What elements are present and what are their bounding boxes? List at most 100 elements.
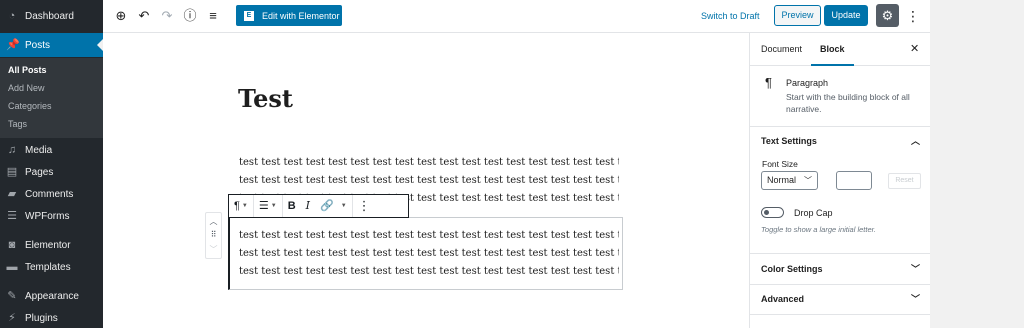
paragraph-line: test test test test test test test test … bbox=[239, 248, 619, 259]
paragraph-block-selected[interactable]: test test test test test test test test … bbox=[239, 227, 619, 281]
block-more-options-icon[interactable]: ⋮ bbox=[353, 195, 376, 217]
redo-icon[interactable]: ↷ bbox=[159, 8, 175, 24]
drop-cap-toggle[interactable] bbox=[761, 207, 784, 218]
elementor-icon: ◙ bbox=[8, 239, 16, 251]
menu-item-elementor[interactable]: ◙ Elementor bbox=[0, 235, 103, 255]
menu-label: WPForms bbox=[25, 210, 70, 222]
outline-icon[interactable]: ≡ bbox=[205, 8, 221, 24]
paragraph-line: test test test test test test test test … bbox=[239, 157, 619, 168]
chevron-down-icon: ﹀ bbox=[804, 176, 812, 185]
caret-down-icon: ▼ bbox=[241, 203, 248, 209]
chevron-down-icon: ﹀ bbox=[911, 264, 921, 274]
menu-label: Elementor bbox=[25, 239, 71, 251]
menu-label: Comments bbox=[25, 188, 74, 200]
color-settings-toggle[interactable]: Color Settings ﹀ bbox=[750, 254, 931, 284]
toggle-knob bbox=[764, 210, 769, 215]
editor-toolbar: ⊕ ↶ ↷ ⓘ ≡ E Edit with Elementor Switch t… bbox=[103, 0, 930, 33]
menu-item-wpforms[interactable]: ☰ WPForms bbox=[0, 206, 103, 226]
menu-item-templates[interactable]: ▬ Templates bbox=[0, 257, 103, 277]
section-title: Text Settings bbox=[761, 136, 817, 146]
paragraph-icon: ¶ bbox=[765, 75, 772, 90]
submenu-item-all-posts[interactable]: All Posts bbox=[8, 65, 47, 75]
paragraph-line: test test test test test test test test … bbox=[239, 230, 619, 241]
submenu-item-add-new[interactable]: Add New bbox=[8, 83, 45, 93]
button-label: Edit with Elementor bbox=[262, 10, 340, 21]
menu-item-pages[interactable]: ▤ Pages bbox=[0, 162, 103, 182]
comments-icon: ▰ bbox=[7, 188, 17, 200]
menu-label: Plugins bbox=[25, 312, 58, 324]
wpforms-icon: ☰ bbox=[7, 210, 17, 222]
menu-label: Appearance bbox=[25, 290, 79, 302]
submenu-item-tags[interactable]: Tags bbox=[8, 119, 27, 129]
block-toolbar: ¶ ▼ ☰ ▼ B I 🔗 ▼ ⋮ bbox=[228, 194, 409, 218]
menu-label: Pages bbox=[25, 166, 54, 178]
font-size-label: Font Size bbox=[762, 159, 798, 169]
menu-item-plugins[interactable]: ⚡ Plugins bbox=[0, 308, 103, 328]
more-options-icon[interactable]: ⋮ bbox=[906, 7, 920, 25]
menu-item-posts[interactable]: 📌 Posts bbox=[0, 33, 103, 57]
tab-block[interactable]: Block bbox=[811, 33, 854, 66]
admin-sidebar: ◔ Dashboard 📌 Posts All Posts Add New Ca… bbox=[0, 0, 103, 328]
edit-with-elementor-button[interactable]: E Edit with Elementor bbox=[236, 5, 342, 26]
add-block-icon[interactable]: ⊕ bbox=[113, 8, 129, 24]
section-title: Advanced bbox=[761, 294, 805, 304]
alignment-group: ☰ ▼ bbox=[254, 195, 283, 217]
link-icon[interactable]: 🔗 bbox=[315, 195, 339, 217]
format-group: B I 🔗 ▼ bbox=[283, 195, 353, 217]
menu-item-dashboard[interactable]: ◔ Dashboard bbox=[0, 6, 103, 26]
caret-down-icon: ▼ bbox=[270, 203, 277, 209]
text-settings-toggle[interactable]: Text Settings ︿ bbox=[750, 126, 931, 156]
close-icon[interactable]: ✕ bbox=[910, 33, 919, 66]
block-card-description: Start with the building block of all nar… bbox=[786, 92, 910, 114]
divider bbox=[750, 314, 931, 315]
post-title[interactable]: Test bbox=[238, 84, 293, 113]
menu-item-media[interactable]: ♫ Media bbox=[0, 140, 103, 160]
chevron-down-icon: ﹀ bbox=[911, 294, 921, 304]
menu-label: Templates bbox=[25, 261, 71, 273]
menu-label: Posts bbox=[25, 39, 51, 51]
move-up-icon[interactable]: ︿ bbox=[206, 216, 221, 227]
block-mover: ︿ ⠿ ﹀ bbox=[205, 212, 222, 259]
block-options-group: ⋮ bbox=[353, 195, 376, 217]
menu-label: Dashboard bbox=[25, 10, 74, 22]
info-icon[interactable]: ⓘ bbox=[182, 8, 198, 24]
brush-icon: ✎ bbox=[7, 290, 17, 302]
pages-icon: ▤ bbox=[6, 166, 18, 178]
window-gutter bbox=[930, 0, 1024, 328]
reset-button[interactable]: Reset bbox=[888, 173, 921, 189]
settings-sidebar: Document Block ✕ ¶ Paragraph Start with … bbox=[749, 33, 931, 328]
media-icon: ♫ bbox=[7, 144, 17, 156]
drop-cap-label: Drop Cap bbox=[794, 208, 833, 218]
menu-item-appearance[interactable]: ✎ Appearance bbox=[0, 286, 103, 306]
posts-submenu: All Posts Add New Categories Tags bbox=[0, 58, 103, 138]
select-value: Normal bbox=[767, 175, 797, 185]
submenu-item-categories[interactable]: Categories bbox=[8, 101, 52, 111]
italic-icon[interactable]: I bbox=[301, 195, 315, 217]
sidebar-tabs: Document Block ✕ bbox=[750, 33, 931, 66]
menu-item-comments[interactable]: ▰ Comments bbox=[0, 184, 103, 204]
folder-icon: ▬ bbox=[6, 261, 18, 273]
paragraph-line: test test test test test test test test … bbox=[239, 175, 619, 186]
preview-button[interactable]: Preview bbox=[774, 5, 821, 26]
section-title: Color Settings bbox=[761, 264, 823, 274]
block-card: ¶ Paragraph Start with the building bloc… bbox=[750, 66, 931, 127]
undo-icon[interactable]: ↶ bbox=[136, 8, 152, 24]
block-card-title: Paragraph bbox=[786, 78, 829, 88]
drag-handle-icon[interactable]: ⠿ bbox=[206, 230, 221, 239]
switch-to-draft-link[interactable]: Switch to Draft bbox=[701, 11, 760, 21]
tab-document[interactable]: Document bbox=[761, 33, 802, 66]
settings-gear-icon[interactable]: ⚙ bbox=[876, 4, 899, 27]
chevron-up-icon: ︿ bbox=[911, 136, 921, 146]
bold-icon[interactable]: B bbox=[283, 195, 301, 217]
elementor-logo-icon: E bbox=[244, 10, 254, 21]
dashboard-icon: ◔ bbox=[8, 10, 16, 22]
menu-label: Media bbox=[25, 144, 53, 156]
font-size-select[interactable]: Normal ﹀ bbox=[761, 171, 818, 190]
move-down-icon[interactable]: ﹀ bbox=[206, 244, 221, 255]
custom-font-size-input[interactable] bbox=[836, 171, 872, 190]
advanced-toggle[interactable]: Advanced ﹀ bbox=[750, 284, 931, 314]
paragraph-line: test test test test test test test test … bbox=[239, 266, 619, 277]
plug-icon: ⚡ bbox=[8, 312, 16, 324]
update-button[interactable]: Update bbox=[824, 5, 868, 26]
more-formats-caret-icon[interactable]: ▼ bbox=[341, 203, 347, 209]
